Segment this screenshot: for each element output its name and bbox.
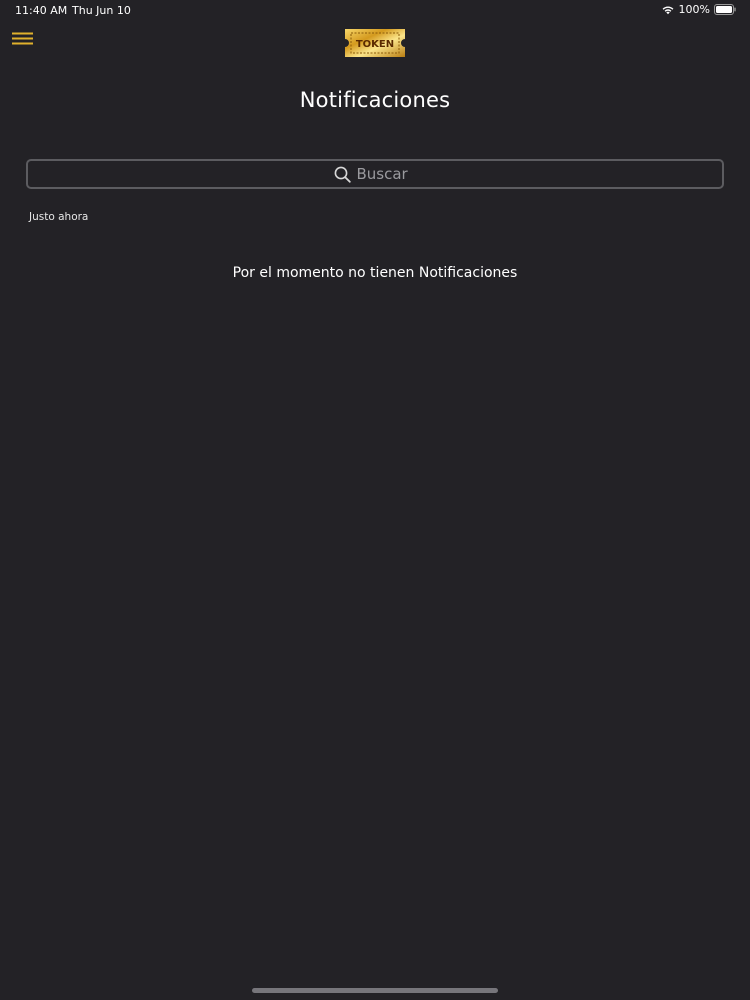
home-indicator[interactable] [252, 988, 498, 993]
notification-timestamp: Justo ahora [29, 211, 89, 223]
search-input[interactable] [356, 165, 417, 183]
wifi-icon [662, 6, 673, 15]
search-icon [334, 166, 351, 183]
notifications-screen: 11:40 AM Thu Jun 10 100% TOKEN Notificac… [0, 0, 750, 1000]
token-logo: TOKEN [342, 27, 408, 59]
status-time: 11:40 AM [15, 4, 68, 17]
hamburger-menu-button[interactable] [12, 32, 33, 46]
status-date: Thu Jun 10 [72, 4, 131, 17]
hamburger-menu-icon [12, 32, 33, 45]
battery-percentage: 100% [678, 3, 710, 16]
page-title: Notificaciones [299, 88, 451, 112]
battery-icon [714, 4, 736, 15]
empty-notifications-message: Por el momento no tienen Notificaciones [232, 265, 518, 281]
status-bar: 11:40 AM Thu Jun 10 100% [0, 0, 750, 22]
search-bar[interactable] [26, 159, 724, 189]
logo-text: TOKEN [356, 39, 394, 50]
status-indicators: 100% [661, 3, 736, 16]
